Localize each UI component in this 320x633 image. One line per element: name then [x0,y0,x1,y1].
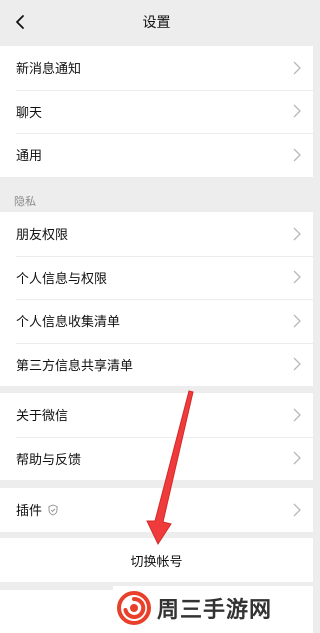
shield-icon [48,504,58,516]
menu-item-label: 插件 [16,504,43,520]
settings-group-general: 新消息通知 聊天 通用 [0,46,313,177]
menu-item-personal-info-collection[interactable]: 个人信息收集清单 [0,299,313,343]
chevron-right-icon [293,270,301,284]
chevron-right-icon [293,408,301,422]
chevron-right-icon [293,357,301,371]
chevron-right-icon [293,451,301,465]
menu-item-plugins[interactable]: 插件 [0,488,313,532]
switch-account-label: 切换帐号 [130,554,183,570]
menu-item-label: 聊天 [16,105,43,121]
menu-item-third-party-sharing[interactable]: 第三方信息共享清单 [0,342,313,387]
menu-item-personal-info-permissions[interactable]: 个人信息与权限 [0,255,313,300]
chevron-right-icon [293,227,301,241]
menu-item-label: 新消息通知 [16,62,82,78]
section-label-privacy: 隐私 [14,195,36,208]
menu-item-help-feedback[interactable]: 帮助与反馈 [0,436,313,481]
menu-item-label: 个人信息与权限 [16,271,108,287]
page-title: 设置 [142,15,171,31]
menu-item-label: 第三方信息共享清单 [16,358,134,374]
menu-item-chat[interactable]: 聊天 [0,89,313,134]
settings-group-privacy: 朋友权限 个人信息与权限 个人信息收集清单 第三方信息共享清单 [0,212,313,386]
settings-group-plugins: 插件 [0,488,313,532]
chevron-right-icon [293,104,301,118]
watermark-text: 周三手游网 [157,598,273,623]
settings-page: 设置 新消息通知 聊天 通用 隐私 朋友权限 个人信息与权限 个人信息收集清单 [0,0,313,633]
header-bar: 设置 [0,0,313,44]
settings-group-about: 关于微信 帮助与反馈 [0,393,313,480]
menu-item-about-wechat[interactable]: 关于微信 [0,393,313,437]
chevron-right-icon [293,503,301,517]
switch-account-button[interactable]: 切换帐号 [0,538,313,582]
chevron-right-icon [293,148,301,162]
swirl-logo-icon [117,591,151,625]
menu-item-label: 帮助与反馈 [16,452,82,468]
menu-item-label: 通用 [16,149,43,165]
watermark: 周三手游网 [113,586,313,630]
menu-item-new-message-notifications[interactable]: 新消息通知 [0,46,313,90]
chevron-right-icon [293,61,301,75]
menu-item-general[interactable]: 通用 [0,133,313,177]
menu-item-label: 朋友权限 [16,228,69,244]
back-arrow-icon[interactable] [10,12,30,32]
menu-item-label: 个人信息收集清单 [16,315,121,331]
menu-item-friend-permissions[interactable]: 朋友权限 [0,212,313,256]
chevron-right-icon [293,314,301,328]
menu-item-label: 关于微信 [16,409,69,425]
